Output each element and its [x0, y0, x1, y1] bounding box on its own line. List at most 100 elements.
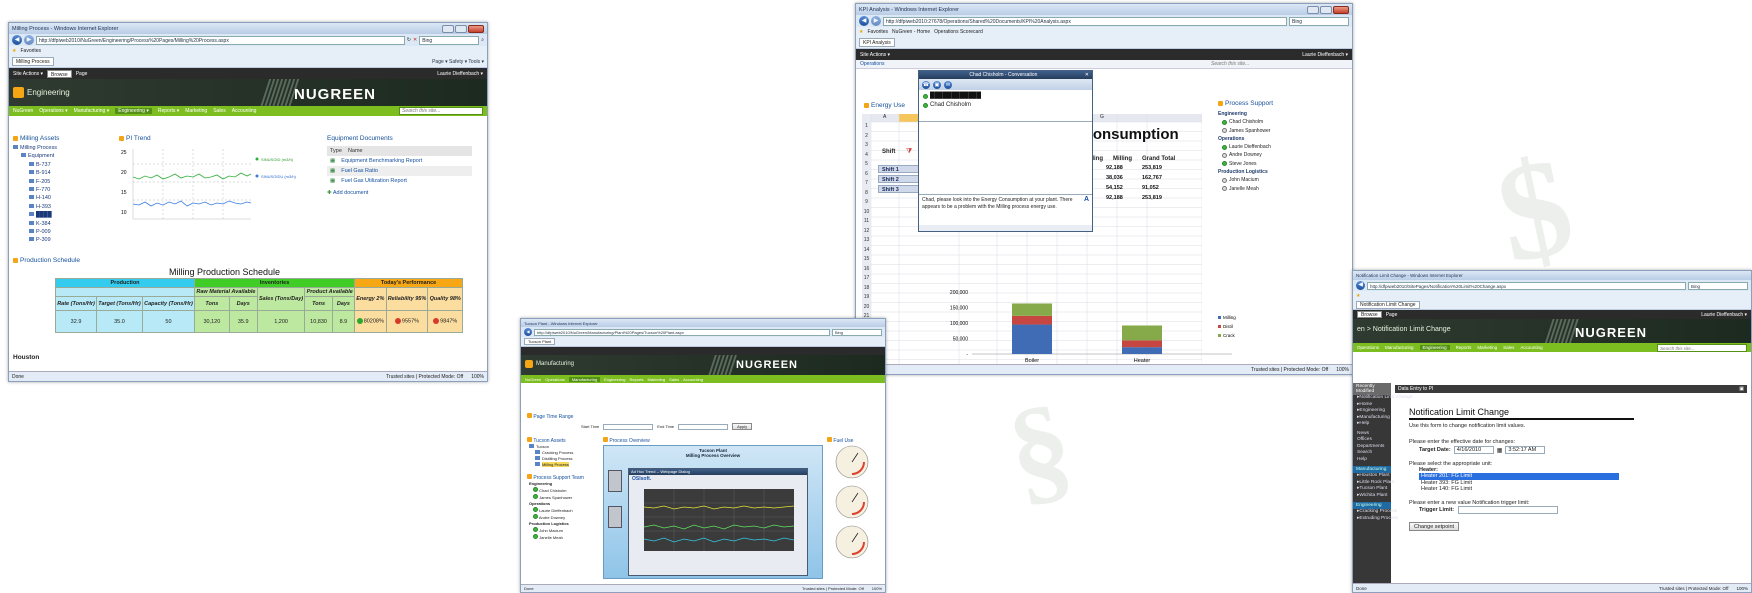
tree-item-label[interactable]: Milling Process	[542, 462, 569, 467]
zoom-level[interactable]: 100%	[1736, 586, 1748, 591]
nav-item[interactable]: Marketing	[1477, 345, 1497, 350]
back-icon[interactable]: ◀	[1356, 281, 1365, 290]
target-date-input[interactable]: 4/16/2010	[1453, 446, 1494, 454]
user-menu[interactable]: Laurie Dieffenbach ▾	[1302, 52, 1348, 58]
change-setpoint-button[interactable]: Change setpoint	[1409, 521, 1460, 531]
nav-item[interactable]: NuGreen	[13, 108, 33, 114]
ribbon-tab-browse[interactable]: Browse	[1357, 311, 1382, 318]
manufacturing-header[interactable]: Manufacturing	[1353, 466, 1391, 473]
tree-item-label[interactable]: H-393	[36, 204, 51, 210]
nav-item-selected[interactable]: Engineering	[1419, 345, 1450, 350]
row-number[interactable]: 15	[862, 255, 871, 264]
row-number[interactable]: 10	[862, 207, 871, 217]
tree-item-label[interactable]: ████	[36, 212, 52, 218]
site-title[interactable]: Manufacturing	[536, 361, 574, 367]
security-zone[interactable]: Trusted sites | Protected Mode: Off	[1659, 586, 1728, 591]
nav-item[interactable]: NuGreen	[525, 377, 541, 382]
row-number[interactable]: 2	[862, 131, 871, 141]
user-menu[interactable]: Laurie Dieffenbach ▾	[1701, 312, 1747, 318]
im-action-icon[interactable]: ✉	[944, 80, 952, 89]
security-zone[interactable]: Trusted sites | Protected Mode: Off	[386, 374, 463, 380]
ribbon-tab-page[interactable]: Page	[76, 71, 88, 77]
person-name[interactable]: Laurie Dieffenbach	[538, 508, 573, 513]
row-number[interactable]: 12	[862, 226, 871, 236]
quick-launch-item[interactable]: ▸Houston Plant	[1353, 473, 1391, 480]
refresh-icon[interactable]: ↻	[407, 37, 411, 43]
target-time-input[interactable]: 3:52:17 AM	[1505, 446, 1546, 454]
quick-launch-item[interactable]: ▸Help	[1353, 421, 1391, 428]
tree-item-label[interactable]: F-770	[36, 187, 50, 193]
tree-item-label[interactable]: F-205	[36, 179, 50, 185]
tree-item-label[interactable]: Cracking Process	[542, 450, 573, 455]
tab-milling[interactable]: Milling Process	[12, 57, 54, 66]
zoom-level[interactable]: 100%	[1336, 367, 1349, 373]
favorites-star-icon[interactable]: ★	[1356, 293, 1360, 299]
ribbon-tab-browse[interactable]: Browse	[47, 69, 72, 78]
person-name[interactable]: Janelle Meah	[1229, 185, 1259, 193]
presence-item[interactable]: Andre Downey	[1218, 151, 1348, 159]
im-message-input[interactable]: Chad, please look into the Energy Consum…	[922, 197, 1084, 223]
tree-item-label[interactable]: Tucson	[536, 444, 549, 449]
nav-item[interactable]: Marketing	[185, 108, 207, 114]
row-number[interactable]: 4	[862, 150, 871, 160]
row-number[interactable]: 8	[862, 188, 871, 198]
url-input[interactable]: http://dfpiweb2010/SitePages/Notificatio…	[1367, 281, 1686, 290]
row-number[interactable]: 3	[862, 141, 871, 150]
end-time-input[interactable]	[678, 423, 729, 430]
row-number[interactable]: 18	[862, 283, 871, 293]
person-item[interactable]: John Macium	[527, 527, 597, 534]
maximize-button[interactable]	[455, 24, 467, 33]
bar-segment[interactable]	[1012, 315, 1052, 325]
site-search-input[interactable]: Search this site...	[1657, 343, 1747, 352]
person-name[interactable]: Andre Downey	[538, 515, 565, 520]
tree-item[interactable]: B-737	[13, 161, 103, 169]
im-action-icon[interactable]: ☎	[922, 80, 930, 89]
person-name[interactable]: James Spanhower	[538, 495, 572, 500]
row-number[interactable]: 20	[862, 302, 871, 312]
tree-item[interactable]: Equipment	[13, 152, 103, 160]
person-name[interactable]: James Spanhower	[1229, 127, 1270, 135]
calendar-icon[interactable]: ▦	[1497, 447, 1503, 454]
person-name[interactable]: John Macium	[1229, 176, 1259, 184]
close-button[interactable]	[468, 24, 484, 33]
tree-item-label[interactable]: Milling Process	[20, 145, 57, 151]
webpart-menu-icon[interactable]: ▣	[1739, 386, 1744, 392]
bar-segment[interactable]	[1122, 340, 1162, 348]
ribbon-tab-page[interactable]: Page	[1386, 312, 1398, 318]
search-input[interactable]: Bing	[1289, 16, 1349, 26]
bar-segment[interactable]	[1012, 303, 1052, 316]
presence-item[interactable]: Chad Chisholm	[1218, 118, 1348, 126]
column-letter[interactable]: A	[883, 114, 886, 120]
favorites-star-icon[interactable]: ★	[859, 29, 863, 35]
nav-item[interactable]: Reports ▾	[158, 108, 179, 114]
contact-name[interactable]: Chad Chisholm	[930, 101, 971, 110]
apply-button[interactable]: Apply	[732, 423, 753, 430]
doc-link[interactable]: Fuel Gas Utilization Report	[341, 176, 407, 186]
tree-item-label[interactable]: K-384	[36, 221, 51, 227]
presence-item[interactable]: John Macium	[1218, 176, 1348, 184]
back-icon[interactable]: ◀	[859, 16, 869, 26]
person-item[interactable]: Laurie Dieffenbach	[527, 507, 597, 514]
person-name[interactable]: Steve Jones	[1229, 160, 1257, 168]
row-number[interactable]: 6	[862, 169, 871, 179]
heater-listbox[interactable]: Heater 201: FG Limit Heater 393: FG Limi…	[1409, 473, 1619, 493]
font-icon[interactable]: A	[1084, 196, 1089, 223]
command-bar[interactable]: Page ▾ Safety ▾ Tools ▾	[432, 59, 484, 65]
site-title[interactable]: Engineering	[27, 88, 70, 97]
search-input[interactable]: Bing	[419, 35, 480, 45]
presence-item[interactable]: James Spanhower	[1218, 127, 1348, 135]
nav-item[interactable]: Engineering	[604, 377, 625, 382]
url-input[interactable]: http://dfpiweb2010/NuGreen/Manufacturing…	[534, 328, 830, 336]
tree-item-label[interactable]: P-309	[36, 237, 51, 243]
user-menu[interactable]: Laurie Dieffenbach ▾	[437, 71, 483, 77]
nav-item[interactable]: Reports	[630, 377, 644, 382]
site-actions-menu[interactable]: Site Actions ▾	[13, 71, 43, 77]
back-icon[interactable]: ◀	[524, 328, 532, 336]
doc-link[interactable]: Fuel Gas Ratio	[341, 166, 378, 176]
row-number[interactable]: 14	[862, 245, 871, 255]
nav-item[interactable]: Accounting	[1520, 345, 1542, 350]
tree-item[interactable]: F-770	[13, 186, 103, 194]
person-name[interactable]: Chad Chisholm	[1229, 118, 1263, 126]
tree-item-label[interactable]: H-140	[36, 195, 51, 201]
tree-item-label[interactable]: Equipment	[28, 153, 54, 159]
